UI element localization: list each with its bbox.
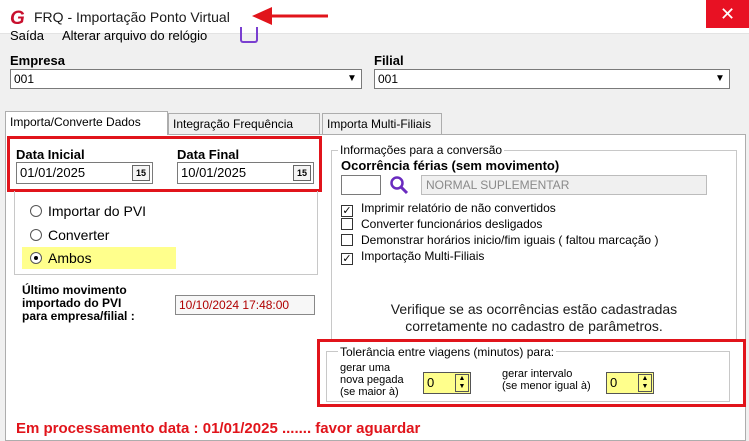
app-logo-letter: G [10, 8, 25, 28]
tab-label: Importa/Converte Dados [10, 115, 141, 129]
option-show-equal-times[interactable]: Demonstrar horários inicio/fim iguais ( … [341, 233, 658, 247]
last-import-label-line3: para empresa/filial : [22, 309, 135, 323]
filial-select[interactable]: 001 ▼ [374, 69, 730, 89]
radio-off-icon[interactable] [30, 205, 42, 217]
option-label: Demonstrar horários inicio/fim iguais ( … [361, 233, 659, 247]
option-convert-dismissed[interactable]: Converter funcionários desligados [341, 217, 542, 231]
option-print-report[interactable]: ✓ Imprimir relatório de não convertidos [341, 201, 556, 217]
radio-import-pvi[interactable]: Importar do PVI [30, 203, 146, 219]
radio-on-icon[interactable] [30, 252, 42, 264]
conversion-group-title: Informações para a conversão [338, 143, 505, 157]
notice-line2: corretamente no cadastro de parâmetros. [405, 318, 663, 334]
option-label: Importação Multi-Filiais [361, 249, 485, 263]
tab-importa-multi-filiais[interactable]: Importa Multi-Filiais [322, 113, 442, 135]
tab-label: Integração Frequência [173, 117, 294, 131]
parameters-notice: Verifique se as ocorrências estão cadast… [331, 301, 737, 335]
radio-ambos[interactable]: Ambos [30, 250, 92, 266]
menu-exit[interactable]: Saída [10, 28, 44, 43]
radio-converter[interactable]: Converter [30, 227, 109, 243]
dates-highlight-box [7, 136, 322, 192]
occurrence-label: Ocorrência férias (sem movimento) [341, 158, 560, 173]
checkbox-unchecked-icon[interactable] [341, 218, 353, 230]
empresa-value: 001 [14, 72, 35, 86]
notice-line1: Verifique se as ocorrências estão cadast… [390, 301, 678, 317]
radio-label: Ambos [48, 250, 92, 266]
checkbox-unchecked-icon[interactable] [341, 234, 353, 246]
status-message: Em processamento data : 01/01/2025 .....… [16, 420, 421, 437]
last-import-value: 10/10/2024 17:48:00 [175, 295, 315, 315]
radio-label: Converter [48, 227, 110, 243]
menu-change-clock-file[interactable]: Alterar arquivo do relógio [62, 28, 207, 43]
radio-label: Importar do PVI [48, 203, 147, 219]
search-icon[interactable] [389, 175, 409, 195]
option-label: Converter funcionários desligados [361, 217, 543, 231]
empresa-label: Empresa [10, 53, 65, 68]
close-button[interactable]: ✕ [706, 0, 749, 28]
checkbox-checked-icon[interactable]: ✓ [341, 253, 353, 265]
last-import-label: Último movimento importado do PVI para e… [22, 284, 135, 323]
chevron-down-icon[interactable]: ▼ [711, 70, 729, 88]
window-title: FRQ - Importação Ponto Virtual [34, 9, 230, 25]
tab-integracao-frequencia[interactable]: Integração Frequência [168, 113, 320, 135]
menu-bracket-icon [240, 27, 258, 43]
filial-label: Filial [374, 53, 404, 68]
occurrence-description: NORMAL SUPLEMENTAR [421, 175, 707, 195]
checkbox-checked-icon[interactable]: ✓ [341, 205, 353, 217]
annotation-arrow-icon [252, 7, 328, 25]
empresa-select[interactable]: 001 ▼ [10, 69, 362, 89]
option-label: Imprimir relatório de não convertidos [361, 201, 556, 215]
tolerance-highlight-box [317, 339, 746, 407]
radio-off-icon[interactable] [30, 229, 42, 241]
tab-label: Importa Multi-Filiais [327, 117, 432, 131]
filial-value: 001 [378, 72, 399, 86]
option-multi-filiais[interactable]: ✓ Importação Multi-Filiais [341, 249, 484, 265]
occurrence-code-field[interactable] [341, 175, 381, 195]
app-logo-icon: G [10, 8, 25, 28]
chevron-down-icon[interactable]: ▼ [343, 70, 361, 88]
tab-importa-converte[interactable]: Importa/Converte Dados [5, 111, 168, 135]
